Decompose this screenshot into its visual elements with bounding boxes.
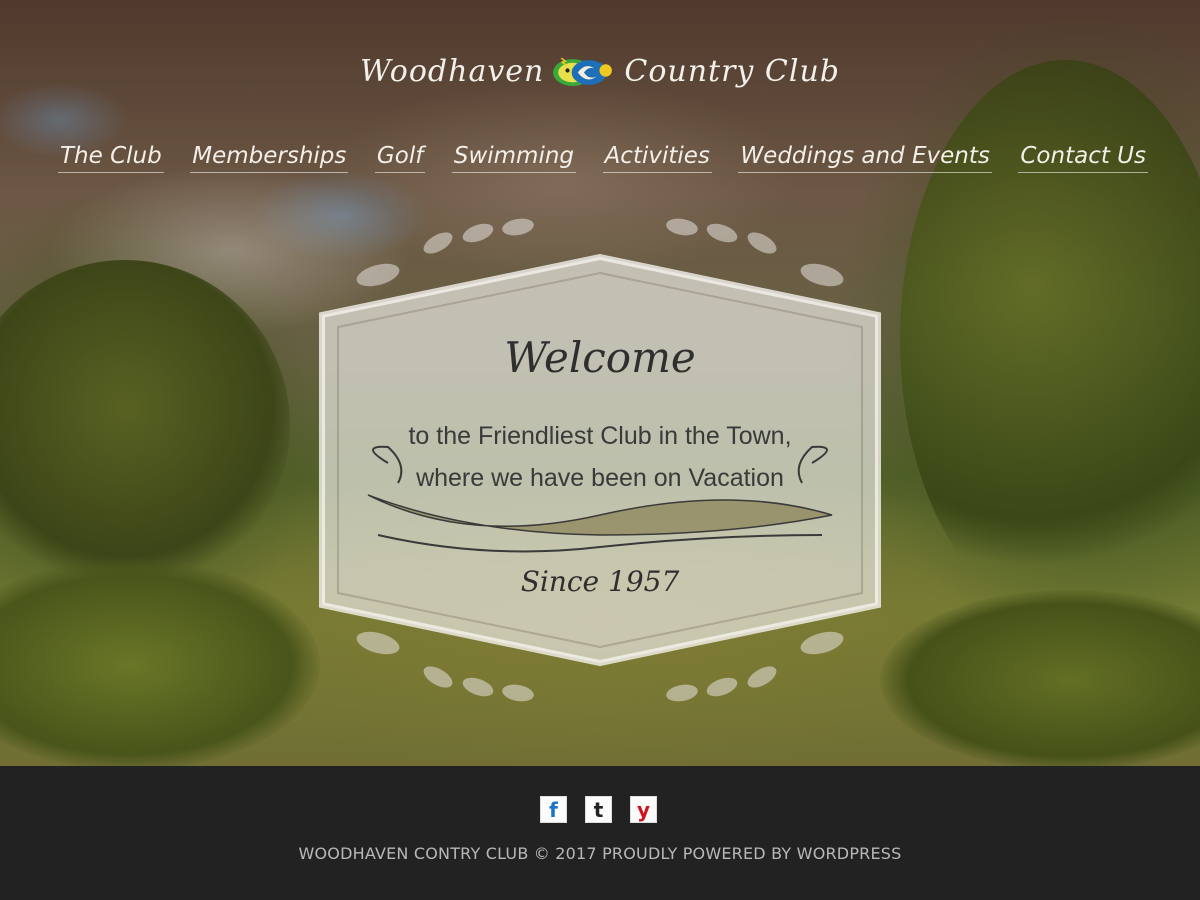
nav-item-golf[interactable]: Golf [374,143,426,173]
logo-emblem-icon [553,57,613,86]
tumblr-icon[interactable]: t [585,796,612,823]
social-links: f t y [540,796,657,823]
nav-item-memberships[interactable]: Memberships [190,143,349,173]
facebook-icon[interactable]: f [540,796,567,823]
copyright-text: WOODHAVEN CONTRY CLUB © 2017 PROUDLY POW… [298,844,902,863]
nav-item-contact-us[interactable]: Contact Us [1018,143,1148,173]
welcome-tagline: to the Friendliest Club in the Town, whe… [318,415,882,499]
site-logo[interactable]: Woodhaven Country Club [360,38,840,104]
welcome-badge: Welcome to the Friendliest Club in the T… [318,215,882,705]
welcome-heading: Welcome [504,333,696,382]
logo-text-left: Woodhaven [360,53,545,89]
grass-left [0,560,320,766]
logo-text-right: Country Club [624,53,840,89]
tagline-line-1: to the Friendliest Club in the Town, [408,422,792,450]
yelp-icon[interactable]: y [630,796,657,823]
nav-item-swimming[interactable]: Swimming [451,143,577,173]
nav-item-activities[interactable]: Activities [602,143,712,173]
tree-left [0,260,290,590]
nav-item-weddings-and-events[interactable]: Weddings and Events [738,143,992,173]
since-text: Since 1957 [520,565,680,598]
grass-right [880,590,1200,766]
main-nav: The Club Memberships Golf Swimming Activ… [58,140,1148,176]
site-footer: f t y WOODHAVEN CONTRY CLUB © 2017 PROUD… [0,766,1200,900]
tagline-line-2: where we have been on Vacation [416,464,784,492]
nav-item-the-club[interactable]: The Club [58,143,164,173]
